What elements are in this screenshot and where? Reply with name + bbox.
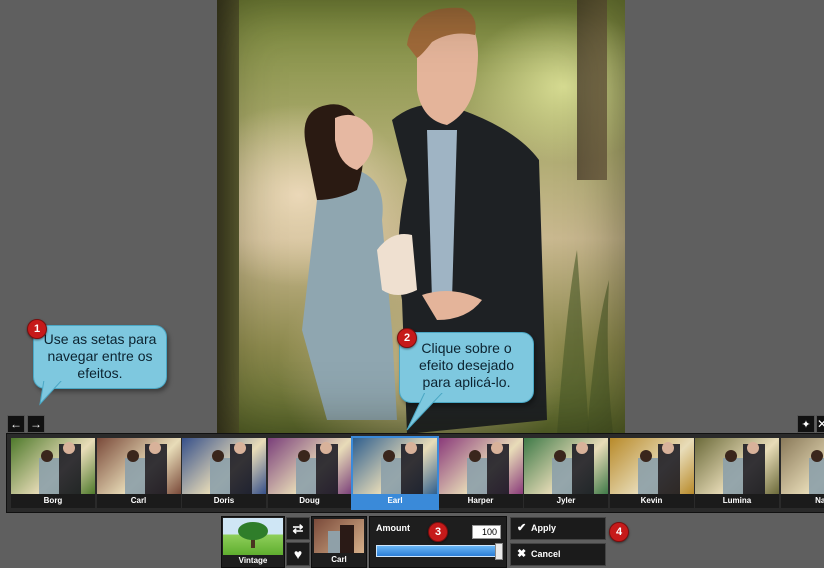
prev-effects-button[interactable]: ← [7, 415, 25, 433]
effect-label: Nas [780, 494, 824, 508]
effect-label: Earl [353, 494, 437, 508]
callout-select-effect-text: Clique sobre o efeito desejado para apli… [419, 340, 514, 390]
effect-thumb-earl[interactable]: Earl [351, 436, 439, 510]
effect-preview [353, 438, 437, 494]
callout-navigate-tail [39, 380, 63, 406]
cancel-label: Cancel [531, 549, 561, 559]
effect-thumb-kevin[interactable]: Kevin [609, 438, 694, 508]
effect-label: Jyler [524, 494, 608, 508]
cancel-button[interactable]: ✖ Cancel [510, 543, 606, 566]
apply-button[interactable]: ✔ Apply [510, 517, 606, 540]
check-icon: ✔ [517, 522, 527, 534]
callout-badge-2: 2 [397, 328, 417, 348]
effect-label: Borg [11, 494, 95, 508]
amount-slider[interactable] [376, 543, 503, 560]
effect-preview [182, 438, 266, 494]
effect-label: Doris [182, 494, 266, 508]
effect-preview [524, 438, 608, 494]
amount-label: Amount [376, 523, 410, 533]
effect-label: Lumina [695, 494, 779, 508]
effects-strip: Borg Carl Doris Doug Earl Harper Jyler Kevin Lum… [6, 433, 824, 513]
category-label: Vintage [238, 556, 268, 565]
effect-preview [695, 438, 779, 494]
effect-thumb-lumina[interactable]: Lumina [695, 438, 779, 508]
apply-label: Apply [531, 523, 557, 533]
close-icon: ✕ [817, 417, 824, 431]
callout-badge-4: 4 [609, 522, 629, 542]
pin-icon: ✦ [801, 419, 811, 431]
tree-icon [238, 522, 268, 548]
current-effect-thumb [314, 519, 364, 553]
effect-thumb-borg[interactable]: Borg [11, 438, 95, 508]
effect-thumb-harper[interactable]: Harper [438, 438, 523, 508]
effect-preview [609, 438, 694, 494]
next-effects-button[interactable]: → [27, 415, 45, 433]
effect-thumb-doug[interactable]: Doug [267, 438, 352, 508]
current-effect-panel: Carl [311, 516, 367, 568]
close-strip-button[interactable]: ✕ [816, 415, 824, 433]
amount-value-input[interactable]: 100 [472, 525, 501, 539]
effect-preview [96, 438, 181, 494]
amount-slider-handle[interactable] [495, 543, 503, 560]
effect-thumb-nas[interactable]: Nas [780, 438, 824, 508]
effect-thumb-doris[interactable]: Doris [182, 438, 266, 508]
callout-badge-3: 3 [428, 522, 448, 542]
callout-navigate-text: Use as setas para navegar entre os efeit… [43, 331, 157, 381]
arrow-left-icon: ← [10, 417, 22, 431]
current-effect-label: Carl [331, 555, 347, 564]
cancel-icon: ✖ [517, 548, 527, 560]
pin-button[interactable]: ✦ [797, 415, 815, 433]
effect-preview [780, 438, 824, 494]
effect-preview [267, 438, 352, 494]
effect-label: Doug [267, 494, 352, 508]
effect-label: Kevin [609, 494, 694, 508]
shuffle-icon: ⇄ [292, 521, 304, 536]
shuffle-button[interactable]: ⇄ [286, 517, 310, 540]
callout-badge-1: 1 [27, 319, 47, 339]
arrow-right-icon: → [30, 417, 42, 431]
callout-select-effect-tail [406, 392, 444, 431]
favorite-button[interactable]: ♥ [286, 542, 310, 566]
effect-preview [438, 438, 523, 494]
heart-icon: ♥ [293, 546, 303, 562]
effect-label: Carl [96, 494, 181, 508]
effect-thumb-carl[interactable]: Carl [96, 438, 181, 508]
effect-thumb-jyler[interactable]: Jyler [524, 438, 608, 508]
effect-label: Harper [438, 494, 523, 508]
category-thumb[interactable] [223, 518, 283, 555]
effect-preview [11, 438, 95, 494]
category-panel: Vintage [221, 516, 285, 568]
